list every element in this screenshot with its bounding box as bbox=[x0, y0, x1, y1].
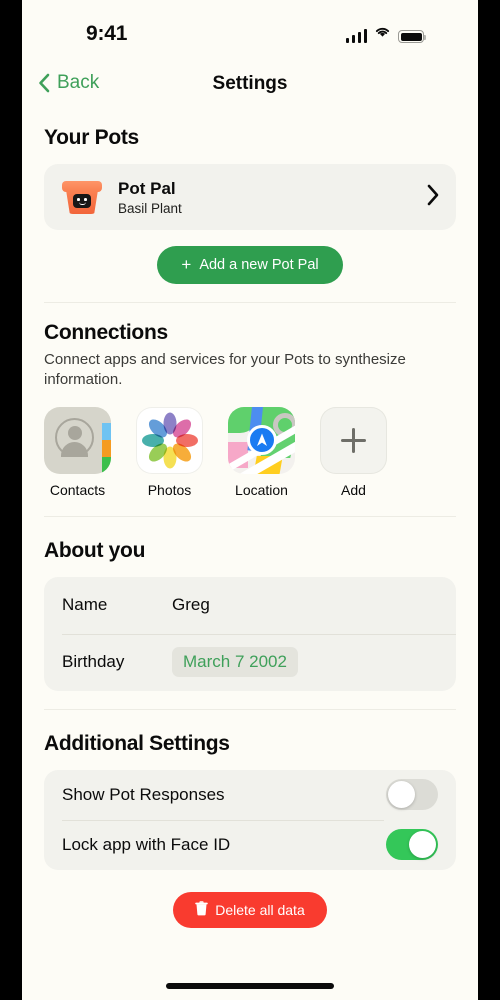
connections-app-list: Contacts Photos Location Add bbox=[44, 406, 456, 498]
about-row-value: Greg bbox=[172, 595, 210, 614]
setting-label: Show Pot Responses bbox=[62, 784, 225, 804]
setting-label: Lock app with Face ID bbox=[62, 834, 231, 854]
connection-app-label: Location bbox=[235, 481, 288, 498]
connection-app-label: Contacts bbox=[49, 481, 106, 498]
photos-app-icon bbox=[136, 406, 203, 474]
phone-screen: 9:41 Back Settings Your Pots Pot Pal Bas… bbox=[22, 0, 478, 1000]
connection-app-label: Photos bbox=[147, 481, 192, 498]
pot-name: Pot Pal bbox=[118, 178, 176, 198]
status-indicators bbox=[345, 25, 427, 43]
additional-settings-heading: Additional Settings bbox=[44, 731, 230, 755]
connection-app-add[interactable]: Add bbox=[320, 406, 387, 498]
add-new-pot-pal-label: Add a new Pot Pal bbox=[199, 257, 319, 273]
about-row-name[interactable]: Name Greg bbox=[44, 577, 456, 634]
trash-icon bbox=[195, 900, 209, 919]
connection-app-label: Add bbox=[341, 481, 366, 498]
page-title: Settings bbox=[212, 73, 288, 94]
setting-row-lock-app-face-id: Lock app with Face ID bbox=[44, 819, 456, 870]
toggle-lock-app-face-id[interactable] bbox=[386, 829, 438, 860]
chevron-right-icon bbox=[426, 184, 440, 211]
plus-icon: + bbox=[181, 255, 192, 274]
about-row-key: Name bbox=[62, 595, 108, 614]
connection-app-location[interactable]: Location bbox=[228, 406, 295, 498]
connections-heading: Connections bbox=[44, 321, 168, 344]
flower-pot-smiley-icon bbox=[60, 175, 104, 219]
connection-app-contacts[interactable]: Contacts bbox=[44, 406, 111, 498]
connections-description: Connect apps and services for your Pots … bbox=[44, 351, 406, 389]
section-divider bbox=[44, 708, 456, 710]
about-you-card: Name Greg Birthday March 7 2002 bbox=[44, 576, 456, 691]
about-you-heading: About you bbox=[44, 538, 146, 562]
maps-location-app-icon bbox=[228, 406, 295, 474]
delete-all-data-button[interactable]: Delete all data bbox=[173, 891, 327, 928]
birthday-date-picker[interactable]: March 7 2002 bbox=[172, 647, 298, 677]
additional-settings-card: Show Pot Responses Lock app with Face ID bbox=[44, 769, 456, 870]
status-bar: 9:41 bbox=[22, 0, 478, 62]
delete-all-data-label: Delete all data bbox=[215, 901, 305, 918]
pot-list-item[interactable]: Pot Pal Basil Plant bbox=[44, 164, 456, 230]
add-new-pot-pal-button[interactable]: + Add a new Pot Pal bbox=[157, 246, 343, 284]
section-divider bbox=[44, 302, 456, 303]
connection-app-photos[interactable]: Photos bbox=[136, 406, 203, 498]
wifi-icon bbox=[374, 25, 391, 43]
your-pots-heading: Your Pots bbox=[44, 126, 139, 149]
toggle-show-pot-responses[interactable] bbox=[386, 779, 438, 810]
contacts-app-icon bbox=[44, 406, 111, 474]
about-row-key: Birthday bbox=[62, 652, 125, 671]
about-row-birthday[interactable]: Birthday March 7 2002 bbox=[44, 633, 456, 691]
status-time: 9:41 bbox=[86, 22, 128, 45]
setting-row-show-pot-responses: Show Pot Responses bbox=[44, 770, 456, 820]
battery-full-icon bbox=[398, 30, 427, 43]
navigation-bar: Back Settings bbox=[22, 62, 478, 114]
cellular-signal-icon bbox=[345, 29, 367, 43]
section-divider bbox=[44, 515, 456, 517]
home-indicator[interactable] bbox=[166, 983, 334, 989]
pot-subtitle: Basil Plant bbox=[118, 200, 182, 216]
plus-icon bbox=[320, 406, 387, 474]
